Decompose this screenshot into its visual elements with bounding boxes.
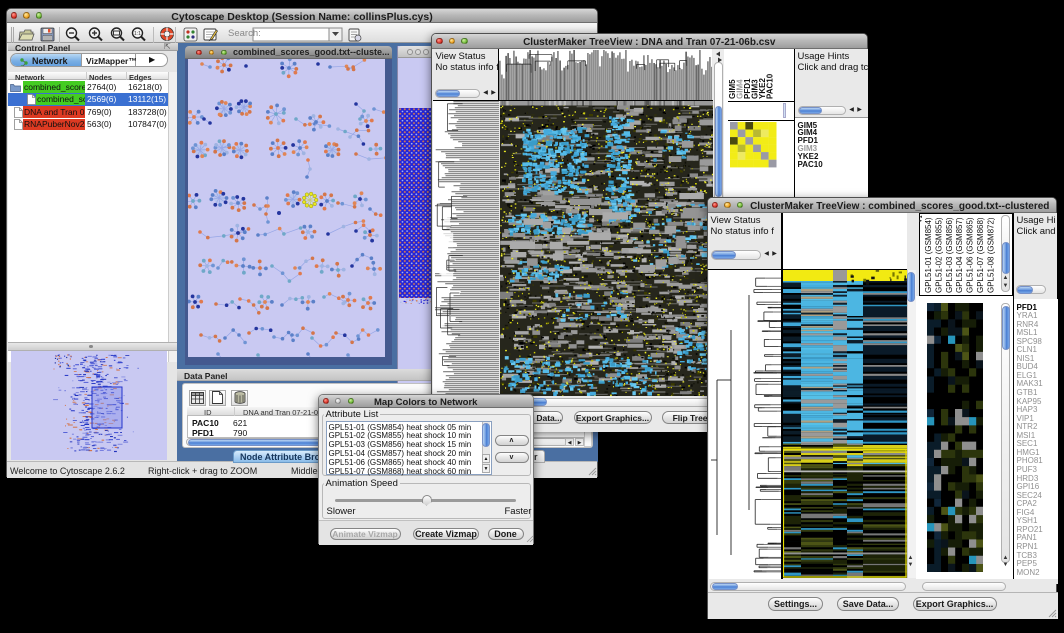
svg-text:GPL51-02 (GSM855): GPL51-02 (GSM855) [934, 217, 943, 293]
svg-text:GPL51-07 (GSM868): GPL51-07 (GSM868) [976, 217, 985, 293]
svg-text:GPL51-06 (GSM865): GPL51-06 (GSM865) [965, 217, 974, 293]
svg-text:PAC10: PAC10 [766, 73, 775, 99]
svg-text:GPL51-08 (GSM872): GPL51-08 (GSM872) [986, 217, 995, 293]
svg-text:1:1: 1:1 [134, 31, 141, 37]
svg-text:GPL51-01 (GSM854): GPL51-01 (GSM854) [924, 217, 933, 293]
svg-text:GPL51-04 (GSM857): GPL51-04 (GSM857) [955, 217, 964, 293]
svg-text:GPL51-03 (GSM856): GPL51-03 (GSM856) [944, 217, 953, 293]
